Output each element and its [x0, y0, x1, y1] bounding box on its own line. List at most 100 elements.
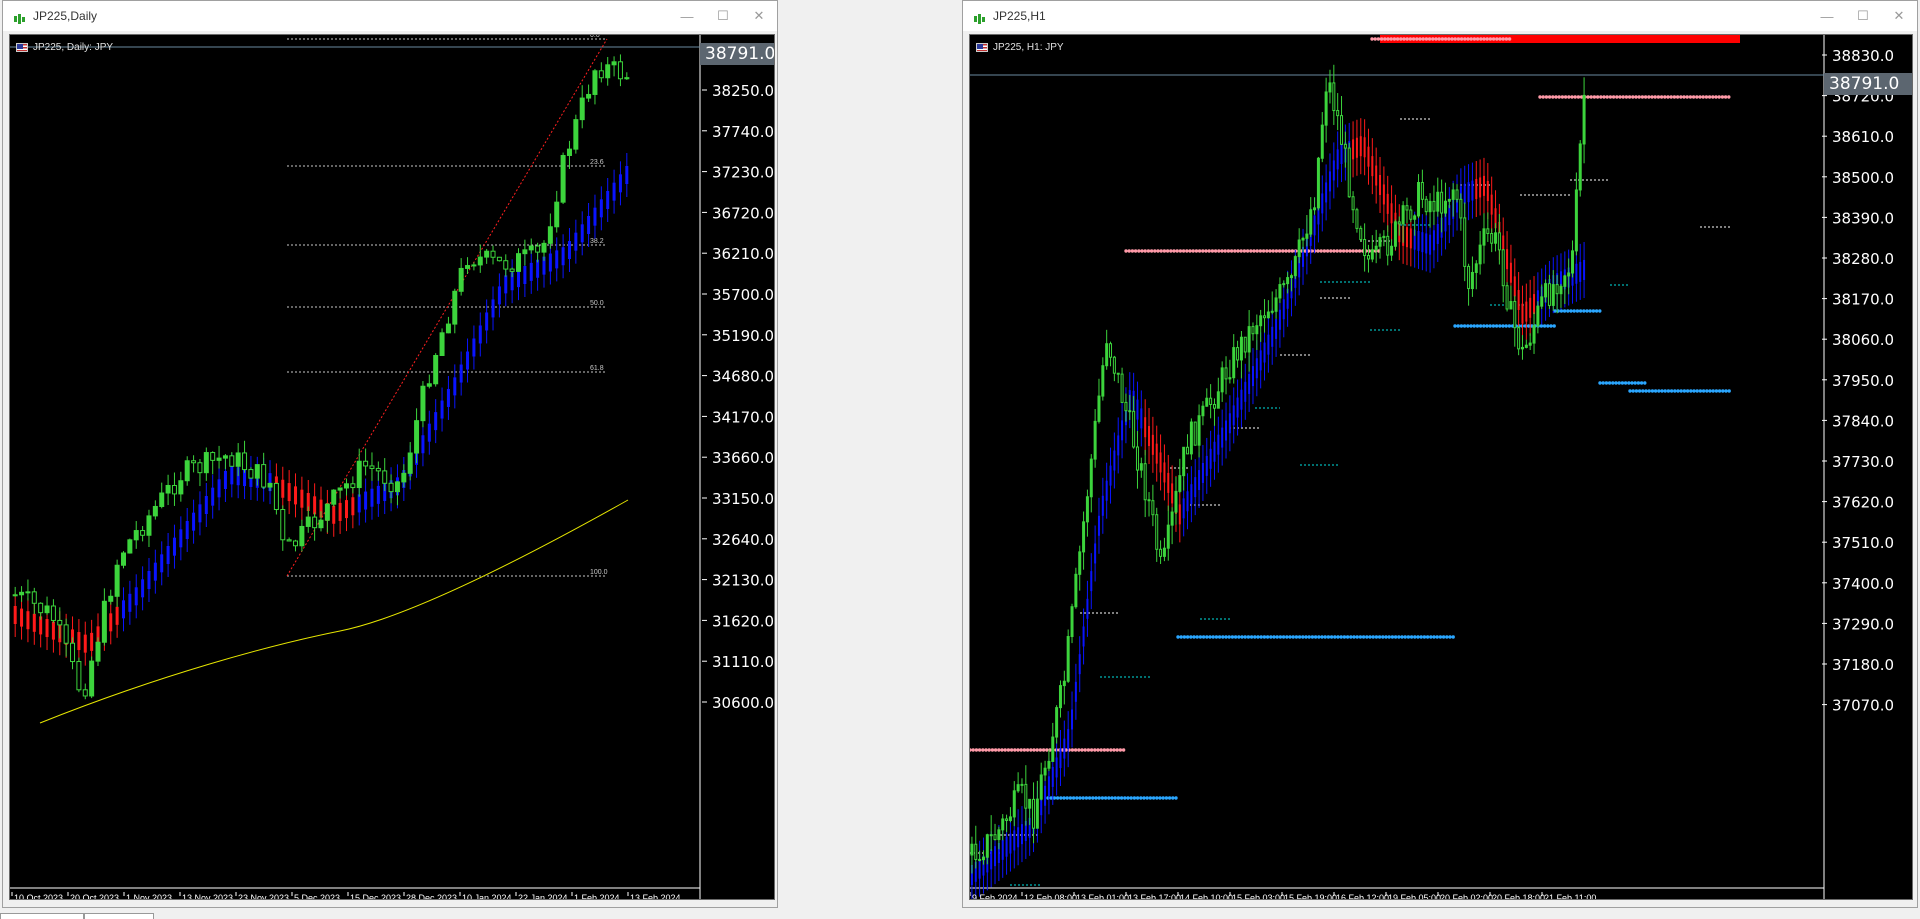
candle-body — [388, 482, 394, 493]
candle-body — [1494, 232, 1498, 244]
resistance-dots — [1032, 748, 1036, 752]
trend-body — [1421, 232, 1424, 253]
trend-body — [153, 562, 157, 581]
daily-chart-canvas[interactable]: 0.0 23.6 38.2 50.0 61.8 100.0 38250.0 37740.0 37… — [10, 35, 775, 900]
support-dots — [1272, 635, 1276, 639]
candle-body — [1151, 500, 1155, 516]
resistance-dots — [1589, 95, 1593, 99]
resistance-dots — [1137, 249, 1141, 253]
window-titlebar[interactable]: JP225,H1 — ☐ ✕ — [963, 1, 1917, 31]
trend-body — [504, 275, 508, 294]
trend-body — [1148, 426, 1151, 447]
support-dots — [1113, 796, 1117, 800]
resistance-dots — [1602, 95, 1606, 99]
candle-body — [1351, 196, 1355, 211]
candle-body — [1216, 391, 1220, 409]
support-dots — [1708, 389, 1712, 393]
candle-body — [624, 77, 630, 80]
trend-body — [1201, 462, 1204, 483]
trend-body — [612, 182, 616, 201]
resistance-dots — [1640, 95, 1645, 99]
chart-area-h1[interactable]: 38830.0 38720.0 38610.0 38500.0 38390.0 38280… — [969, 34, 1913, 900]
resistance-dots — [1045, 748, 1049, 752]
support-dots — [1211, 635, 1215, 639]
chart-tab[interactable] — [84, 913, 154, 919]
trend-body — [20, 608, 24, 627]
support-dots — [1171, 796, 1175, 800]
candle-body — [312, 516, 318, 529]
support-dots — [1591, 309, 1596, 313]
support-dots — [1578, 309, 1583, 313]
h1-chart-canvas[interactable]: 38830.038720.038610.038500.038390.038280… — [970, 35, 1913, 900]
trend-body — [593, 207, 597, 226]
trend-body — [446, 388, 450, 407]
candle-body — [1035, 798, 1039, 829]
window-titlebar[interactable]: JP225,Daily — ☐ ✕ — [3, 1, 777, 31]
candle-body — [1239, 336, 1243, 361]
resistance-dots — [1453, 37, 1457, 41]
candle-body — [1401, 205, 1405, 225]
resistance-dots — [1498, 37, 1502, 41]
us-flag-icon — [976, 43, 988, 52]
trend-body — [1144, 417, 1147, 438]
time-label: 23 Nov 2023 — [238, 893, 289, 900]
price-label: 32640.0 — [712, 531, 774, 549]
trend-body — [1047, 776, 1050, 797]
support-dots — [1673, 389, 1677, 393]
resistance-dots — [1599, 95, 1603, 99]
candle-body — [1405, 205, 1409, 211]
candle-body — [1155, 514, 1159, 550]
chart-window-daily[interactable]: JP225,Daily — ☐ ✕ 0.0 23.6 38.2 50.0 61.8 100… — [2, 0, 778, 908]
minimize-button[interactable]: — — [669, 1, 705, 31]
chart-tab[interactable] — [0, 913, 84, 919]
chart-area-daily[interactable]: 0.0 23.6 38.2 50.0 61.8 100.0 38250.0 37740.0 37… — [9, 34, 775, 900]
support-dots — [1403, 635, 1407, 639]
support-dots — [1478, 324, 1483, 328]
resistance-dots — [984, 748, 988, 752]
chart-window-h1[interactable]: JP225,H1 — ☐ ✕ 38830.0 38720.0 38610.0 3850… — [962, 0, 1918, 908]
support-dots — [1559, 309, 1564, 313]
candle-body — [1124, 401, 1128, 412]
candle-body — [1189, 421, 1193, 455]
support-dots — [1705, 389, 1709, 393]
support-dots — [1695, 389, 1699, 393]
resistance-dots — [1459, 37, 1464, 41]
candle-body — [305, 516, 311, 527]
candle-body — [1320, 124, 1324, 159]
resistance-dots — [1252, 249, 1256, 253]
trend-body — [121, 600, 125, 619]
time-label: 22 Jan 2024 — [518, 893, 568, 900]
trend-body — [453, 377, 457, 396]
candle-body — [1467, 265, 1471, 290]
resistance-dots — [1567, 95, 1571, 99]
candle-body — [1274, 297, 1278, 312]
support-dots — [1498, 324, 1502, 328]
candle-body — [1193, 421, 1197, 446]
support-dots — [1094, 796, 1098, 800]
trend-body — [1533, 294, 1536, 315]
trend-body — [45, 619, 49, 638]
support-dots — [1243, 635, 1247, 639]
candle-body — [1513, 300, 1517, 329]
candle-body — [1170, 511, 1174, 526]
maximize-button[interactable]: ☐ — [705, 1, 741, 31]
close-button[interactable]: ✕ — [741, 1, 777, 31]
support-dots — [1472, 324, 1476, 328]
resistance-dots — [1003, 748, 1007, 752]
maximize-button[interactable]: ☐ — [1845, 1, 1881, 31]
candle-body — [1501, 249, 1505, 287]
trend-body — [574, 232, 578, 251]
resistance-dots — [1073, 748, 1078, 752]
candle-body — [1363, 239, 1367, 257]
support-dots — [1240, 635, 1244, 639]
resistance-dots — [1373, 37, 1377, 41]
candle-body — [1297, 239, 1301, 258]
candle-body — [1082, 521, 1086, 553]
support-dots — [1419, 635, 1423, 639]
minimize-button[interactable]: — — [1809, 1, 1845, 31]
support-dots — [1059, 796, 1063, 800]
resistance-dots — [1223, 249, 1227, 253]
close-button[interactable]: ✕ — [1881, 1, 1917, 31]
time-label: 15 Feb 19:00 — [1284, 893, 1337, 900]
candle-body — [509, 268, 515, 272]
